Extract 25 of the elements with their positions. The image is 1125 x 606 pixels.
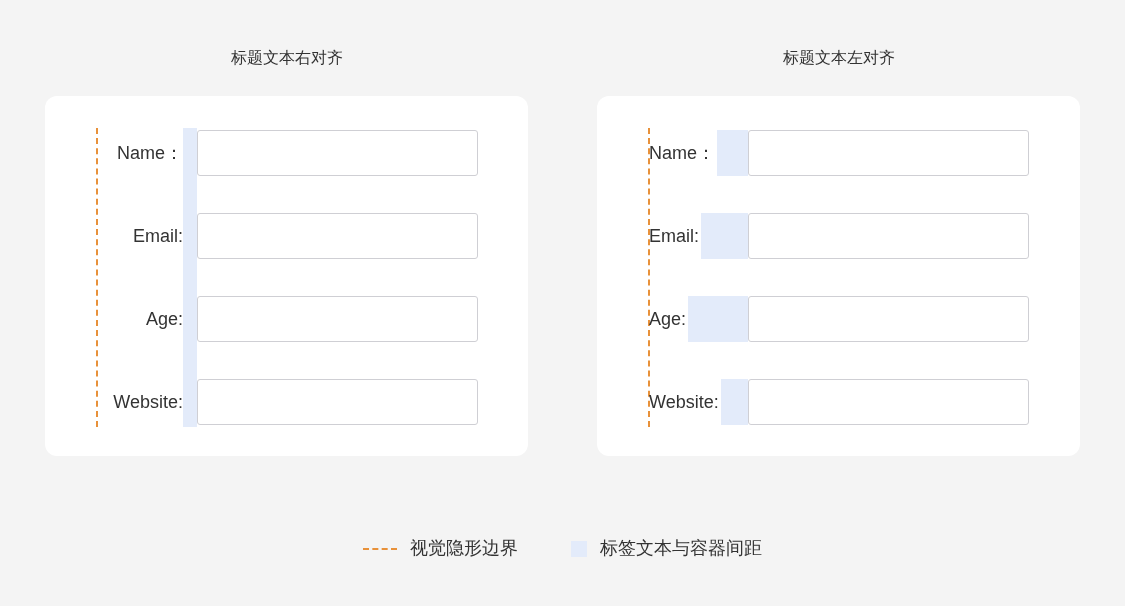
panel-title: 标题文本右对齐 <box>230 48 343 68</box>
field-label: Email: <box>648 224 699 248</box>
spacing-band <box>720 379 748 425</box>
field-label: Age: <box>145 307 183 331</box>
legend-label: 视觉隐形边界 <box>410 537 518 560</box>
input-field[interactable] <box>197 213 478 259</box>
field-label: Name： <box>117 141 183 165</box>
panel-title: 标题文本左对齐 <box>782 48 895 68</box>
input-field[interactable] <box>197 379 478 425</box>
field-label: Name： <box>648 141 715 165</box>
spacing-band <box>717 130 748 176</box>
spacing-band <box>688 296 748 342</box>
input-field[interactable] <box>748 213 1029 259</box>
dashed-line-icon <box>363 547 397 550</box>
input-field[interactable] <box>197 130 478 176</box>
input-field[interactable] <box>197 296 478 342</box>
field-label: Website: <box>113 390 183 414</box>
field-label: Website: <box>648 390 719 414</box>
legend-label: 标签文本与容器间距 <box>600 537 762 560</box>
spacing-band <box>701 213 748 259</box>
input-field[interactable] <box>748 296 1029 342</box>
input-field[interactable] <box>748 379 1029 425</box>
input-field[interactable] <box>748 130 1029 176</box>
field-label: Age: <box>648 307 687 331</box>
field-label: Email: <box>133 224 183 248</box>
